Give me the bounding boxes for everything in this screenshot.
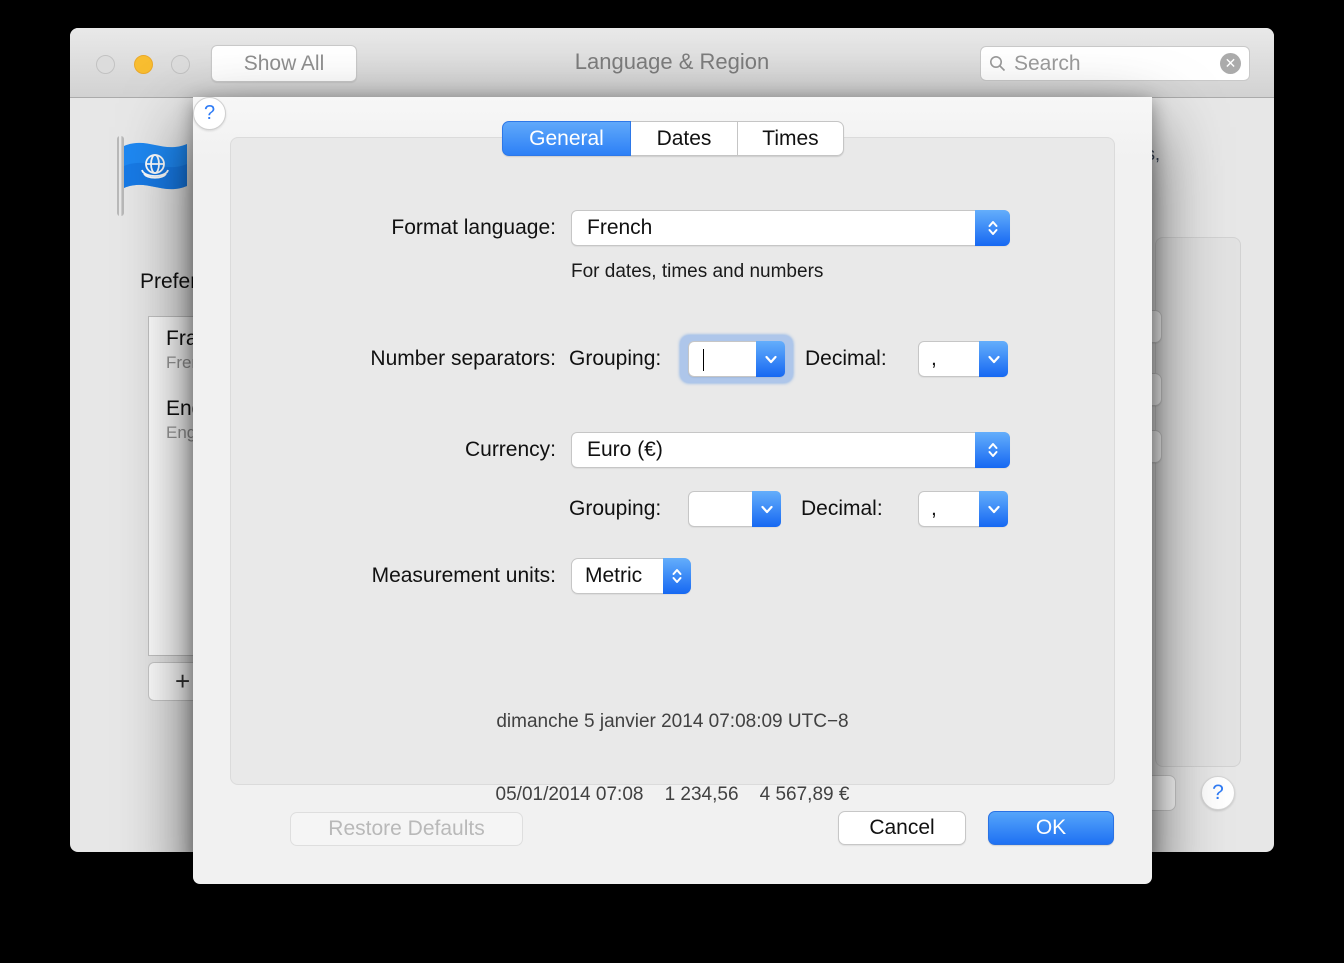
plus-icon: + — [175, 666, 190, 697]
currency-label: Currency: — [253, 438, 556, 462]
format-language-value: French — [587, 216, 975, 240]
currency-popup[interactable]: Euro (€) — [571, 432, 1010, 468]
popup-updown-icon — [975, 432, 1010, 468]
combo-down-icon[interactable] — [756, 341, 785, 377]
tab-general[interactable]: General — [502, 121, 631, 156]
popup-updown-icon — [663, 558, 691, 594]
grouping-label: Grouping: — [569, 347, 661, 371]
measurement-units-label: Measurement units: — [253, 564, 556, 588]
window-help-button[interactable]: ? — [1201, 776, 1235, 810]
number-decimal-value: , — [931, 347, 979, 371]
text-caret — [703, 349, 704, 371]
number-separators-label: Number separators: — [253, 347, 556, 371]
currency-decimal-label: Decimal: — [801, 497, 883, 521]
measurement-units-value: Metric — [585, 564, 663, 588]
currency-decimal-value: , — [931, 497, 979, 521]
number-grouping-combo[interactable] — [688, 341, 785, 377]
measurement-units-popup[interactable]: Metric — [571, 558, 691, 594]
combo-down-icon[interactable] — [752, 491, 781, 527]
restore-defaults-button[interactable]: Restore Defaults — [290, 812, 523, 846]
language-region-sheet: General Dates Times Format language: Fre… — [193, 97, 1152, 884]
combo-down-icon[interactable] — [979, 341, 1008, 377]
tab-times[interactable]: Times — [738, 121, 844, 156]
currency-grouping-label: Grouping: — [569, 497, 661, 521]
currency-grouping-combo[interactable] — [688, 491, 781, 527]
format-language-hint: For dates, times and numbers — [571, 261, 823, 283]
region-group-panel — [1155, 237, 1241, 767]
preview-line-2: 05/01/2014 07:08 1 234,56 4 567,89 € — [230, 784, 1115, 806]
search-input[interactable] — [1014, 52, 1220, 76]
popup-updown-icon — [975, 210, 1010, 246]
number-decimal-combo[interactable]: , — [918, 341, 1008, 377]
ok-button[interactable]: OK — [988, 811, 1114, 845]
un-flag-icon — [113, 132, 191, 220]
search-clear-icon[interactable]: ✕ — [1220, 53, 1241, 74]
search-icon — [989, 55, 1006, 72]
format-language-label: Format language: — [253, 216, 556, 240]
decimal-label: Decimal: — [805, 347, 887, 371]
combo-down-icon[interactable] — [979, 491, 1008, 527]
preview-line-1: dimanche 5 janvier 2014 07:08:09 UTC−8 — [230, 711, 1115, 733]
cancel-button[interactable]: Cancel — [838, 811, 966, 845]
search-field[interactable]: ✕ — [980, 46, 1250, 81]
tab-bar: General Dates Times — [502, 121, 844, 156]
currency-value: Euro (€) — [587, 438, 975, 462]
currency-decimal-combo[interactable]: , — [918, 491, 1008, 527]
sheet-help-button[interactable]: ? — [193, 97, 226, 130]
format-language-popup[interactable]: French — [571, 210, 1010, 246]
title-bar[interactable]: Show All Language & Region ✕ — [70, 28, 1274, 98]
tab-dates[interactable]: Dates — [631, 121, 738, 156]
